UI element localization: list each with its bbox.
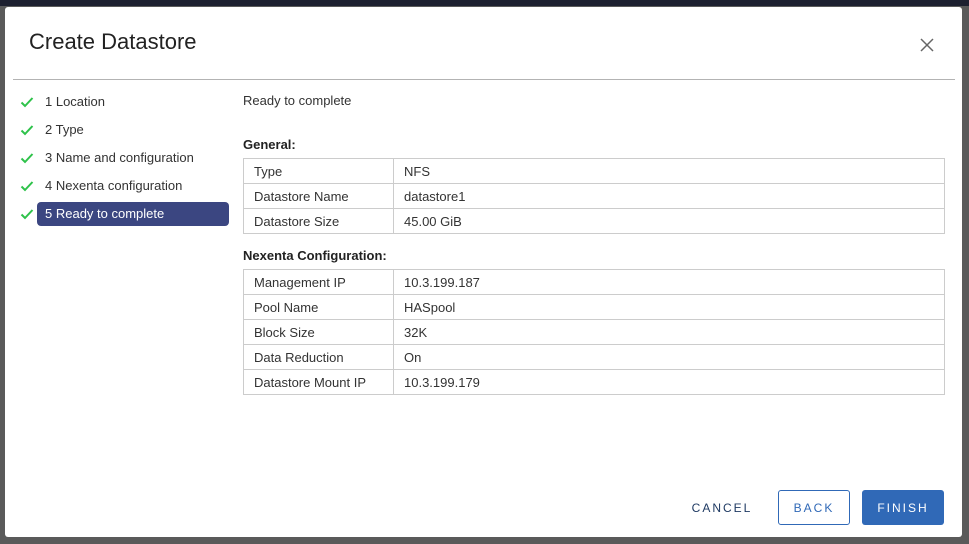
row-label: Datastore Mount IP bbox=[243, 369, 394, 395]
close-icon[interactable] bbox=[917, 35, 937, 55]
header-divider bbox=[13, 79, 955, 80]
wizard-step-3[interactable]: 3 Name and configuration bbox=[17, 146, 229, 170]
checkmark-icon bbox=[17, 202, 37, 226]
row-label: Block Size bbox=[243, 319, 394, 345]
row-value: HASpool bbox=[393, 294, 945, 320]
row-label: Type bbox=[243, 158, 394, 184]
table-row: Data Reduction On bbox=[243, 344, 945, 370]
checkmark-icon bbox=[17, 146, 37, 170]
row-label: Pool Name bbox=[243, 294, 394, 320]
row-value: 10.3.199.179 bbox=[393, 369, 945, 395]
step-label: 2 Type bbox=[45, 122, 84, 137]
step-label: 3 Name and configuration bbox=[45, 150, 194, 165]
step-label: 1 Location bbox=[45, 94, 105, 109]
table-row: Datastore Size 45.00 GiB bbox=[243, 208, 945, 234]
wizard-step-4[interactable]: 4 Nexenta configuration bbox=[17, 174, 229, 198]
table-row: Pool Name HASpool bbox=[243, 294, 945, 320]
background-topbar bbox=[0, 0, 969, 6]
row-value: On bbox=[393, 344, 945, 370]
dialog-footer: CANCEL BACK FINISH bbox=[678, 490, 944, 525]
row-label: Datastore Name bbox=[243, 183, 394, 209]
wizard-step-5[interactable]: 5 Ready to complete bbox=[17, 202, 229, 226]
checkmark-icon bbox=[17, 90, 37, 114]
wizard-step-2[interactable]: 2 Type bbox=[17, 118, 229, 142]
row-value: 10.3.199.187 bbox=[393, 269, 945, 295]
table-row: Datastore Mount IP 10.3.199.179 bbox=[243, 369, 945, 395]
general-section-title: General: bbox=[243, 137, 296, 152]
nexenta-table: Management IP 10.3.199.187 Pool Name HASpoo… bbox=[243, 269, 945, 395]
checkmark-icon bbox=[17, 118, 37, 142]
row-value: datastore1 bbox=[393, 183, 945, 209]
row-label: Management IP bbox=[243, 269, 394, 295]
row-label: Datastore Size bbox=[243, 208, 394, 234]
summary-panel: Ready to complete General: Type NFS Datast… bbox=[243, 93, 945, 395]
step-label: 4 Nexenta configuration bbox=[45, 178, 183, 193]
nexenta-section-title: Nexenta Configuration: bbox=[243, 248, 387, 263]
wizard-steps: 1 Location 2 Type 3 Name and configuration… bbox=[17, 90, 229, 230]
finish-button[interactable]: FINISH bbox=[862, 490, 944, 525]
table-row: Block Size 32K bbox=[243, 319, 945, 345]
table-row: Management IP 10.3.199.187 bbox=[243, 269, 945, 295]
create-datastore-dialog: Create Datastore 1 Location 2 Type 3 Name … bbox=[5, 7, 962, 537]
dialog-title: Create Datastore bbox=[29, 29, 197, 54]
cancel-button[interactable]: CANCEL bbox=[678, 490, 766, 525]
row-label: Data Reduction bbox=[243, 344, 394, 370]
back-button[interactable]: BACK bbox=[778, 490, 850, 525]
row-value: NFS bbox=[393, 158, 945, 184]
wizard-step-1[interactable]: 1 Location bbox=[17, 90, 229, 114]
row-value: 32K bbox=[393, 319, 945, 345]
table-row: Datastore Name datastore1 bbox=[243, 183, 945, 209]
row-value: 45.00 GiB bbox=[393, 208, 945, 234]
checkmark-icon bbox=[17, 174, 37, 198]
step-label: 5 Ready to complete bbox=[37, 202, 229, 226]
page-heading: Ready to complete bbox=[243, 93, 352, 108]
general-table: Type NFS Datastore Name datastore1 Datastore… bbox=[243, 158, 945, 234]
table-row: Type NFS bbox=[243, 158, 945, 184]
